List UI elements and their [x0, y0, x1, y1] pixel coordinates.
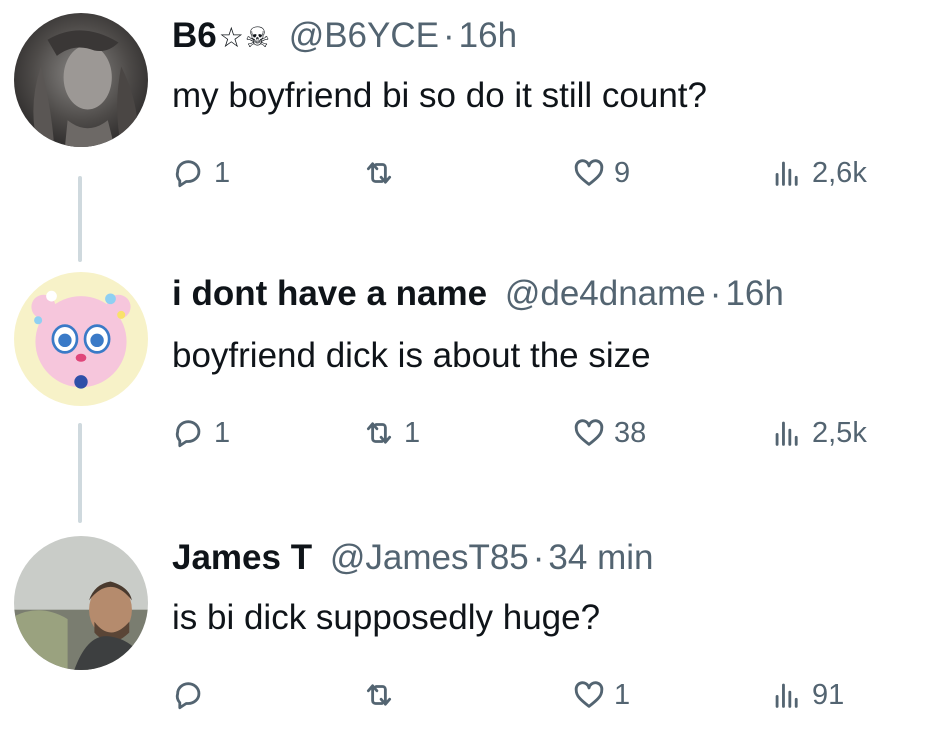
views-icon: [775, 683, 798, 708]
tweet-header: i dont have a name @de4dname · 16h: [172, 272, 784, 316]
reply-icon: [175, 420, 201, 448]
avatar-image-icon: [14, 536, 148, 670]
retweet-button[interactable]: [362, 153, 404, 193]
avatar-image-icon: [14, 272, 148, 406]
views-count: 91: [812, 678, 845, 711]
user-handle[interactable]: @de4dname: [505, 274, 706, 313]
user-handle[interactable]: @B6YCE: [289, 16, 439, 55]
tweet-text: is bi dick supposedly huge?: [172, 598, 601, 637]
display-name[interactable]: James T: [172, 538, 312, 577]
separator-dot: ·: [443, 16, 455, 55]
retweet-button[interactable]: [362, 675, 404, 715]
tweet-header: B6☆☠ @B6YCE · 16h: [172, 14, 517, 60]
reply-button[interactable]: [172, 675, 214, 715]
separator-dot: ·: [532, 538, 545, 577]
action-bar: 1 9 2,6k: [172, 153, 932, 193]
reply-button[interactable]: 1: [172, 413, 230, 453]
separator-dot: ·: [709, 274, 722, 313]
reply-button[interactable]: 1: [172, 153, 230, 193]
like-count: 1: [614, 678, 631, 711]
like-count: 9: [614, 156, 631, 189]
action-bar: 1 1 38 2,5k: [172, 413, 932, 453]
timestamp[interactable]: 34 min: [548, 538, 653, 577]
retweet-icon: [366, 162, 392, 184]
display-name[interactable]: i dont have a name: [172, 274, 487, 313]
heart-icon: [574, 159, 604, 186]
views-button[interactable]: 2,6k: [770, 153, 867, 193]
like-count: 38: [614, 416, 647, 449]
timestamp[interactable]: 16h: [725, 274, 783, 313]
retweet-button[interactable]: 1: [362, 413, 420, 453]
avatar[interactable]: [14, 536, 148, 670]
views-count: 2,5k: [812, 416, 867, 449]
views-icon: [775, 161, 798, 186]
views-button[interactable]: 2,5k: [770, 413, 867, 453]
tweet[interactable]: B6☆☠ @B6YCE · 16h my boyfriend bi so do it…: [0, 10, 948, 210]
tweet[interactable]: i dont have a name @de4dname · 16h boyfrie…: [0, 262, 948, 462]
views-count: 2,6k: [812, 156, 867, 189]
user-handle[interactable]: @JamesT85: [330, 538, 529, 577]
action-bar: 1 91: [172, 675, 932, 715]
views-icon: [775, 421, 798, 446]
display-name[interactable]: B6: [172, 16, 217, 55]
like-button[interactable]: 38: [572, 413, 646, 453]
avatar[interactable]: [14, 13, 148, 147]
reply-count: 1: [214, 156, 231, 189]
reply-count: 1: [214, 416, 231, 449]
tweet-text: my boyfriend bi so do it still count?: [172, 76, 707, 115]
retweet-count: 1: [404, 416, 421, 449]
reply-icon: [175, 160, 201, 188]
reply-icon: [175, 682, 201, 710]
views-button[interactable]: 91: [770, 675, 844, 715]
avatar-image-icon: [14, 13, 148, 147]
tweet[interactable]: James T @JamesT85 · 34 min is bi dick supp…: [0, 524, 948, 737]
tweet-text: boyfriend dick is about the size: [172, 336, 651, 375]
retweet-icon: [366, 684, 392, 706]
like-button[interactable]: 1: [572, 675, 630, 715]
retweet-icon: [366, 422, 392, 444]
heart-icon: [574, 419, 604, 446]
timestamp[interactable]: 16h: [459, 16, 517, 55]
tweet-header: James T @JamesT85 · 34 min: [172, 536, 653, 580]
avatar[interactable]: [14, 272, 148, 406]
name-emoji-icons: ☆☠: [218, 22, 271, 53]
heart-icon: [574, 681, 604, 708]
like-button[interactable]: 9: [572, 153, 630, 193]
